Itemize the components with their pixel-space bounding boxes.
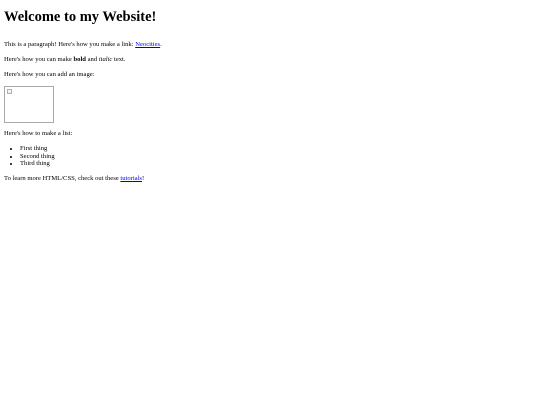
paragraph-intro-text: This is a paragraph! Here's how you make… xyxy=(4,41,136,48)
list-item: Third thing xyxy=(20,160,536,168)
list-item: First thing xyxy=(20,145,536,153)
formatting-text-start: Here's how you can make xyxy=(4,56,74,63)
broken-image xyxy=(4,86,54,123)
list-item: Second thing xyxy=(20,153,536,161)
paragraph-image-intro: Here's how you can add an image: xyxy=(4,71,95,78)
bullet-list: First thing Second thing Third thing xyxy=(4,145,536,168)
page-title: Welcome to my Website! xyxy=(4,9,157,25)
page: Welcome to my Website! This is a paragra… xyxy=(0,0,540,183)
paragraph-intro-end: . xyxy=(160,41,162,48)
italic-text: italic xyxy=(98,56,113,63)
tutorials-link[interactable]: tutorials xyxy=(120,175,142,182)
paragraph-list-intro: Here's how to make a list: xyxy=(4,130,73,137)
paragraph-intro: This is a paragraph! Here's how you make… xyxy=(4,41,536,49)
paragraph-tutorials: To learn more HTML/CSS, check out these … xyxy=(4,175,536,183)
bold-text: bold xyxy=(73,56,86,63)
paragraph-formatting: Here's how you can make bold and italic … xyxy=(4,56,536,64)
tutorials-text: To learn more HTML/CSS, check out these xyxy=(4,174,121,182)
neocities-link[interactable]: Neocities xyxy=(135,41,160,48)
tutorials-text-end: ! xyxy=(142,174,145,182)
formatting-text-end: text. xyxy=(112,56,126,63)
broken-image-icon xyxy=(7,89,12,94)
formatting-text-middle: and xyxy=(85,56,99,63)
